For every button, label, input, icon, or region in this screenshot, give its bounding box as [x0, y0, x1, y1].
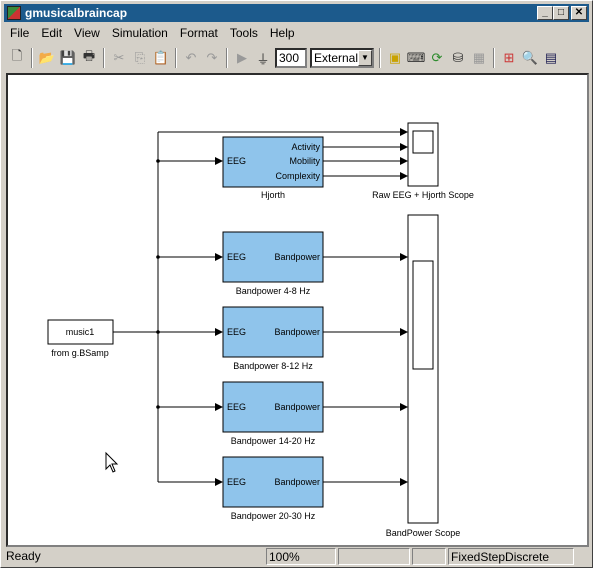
- branch-point: [156, 255, 160, 259]
- toolbar: 🗋 📂 💾 🖶 ✂ ⎘ 📋 ↶ ↷ ▶ ⏚ 300 External ▼ ▣ ⌨…: [4, 45, 589, 71]
- minimize-button[interactable]: _: [537, 6, 553, 20]
- menu-format[interactable]: Format: [174, 26, 224, 40]
- bandpower-block[interactable]: EEG Bandpower Bandpower 20-30 Hz: [222, 456, 324, 521]
- simulation-mode-select[interactable]: External ▼: [310, 48, 374, 68]
- menu-simulation[interactable]: Simulation: [106, 26, 174, 40]
- block-label: Hjorth: [261, 190, 285, 200]
- play-icon[interactable]: ▶: [233, 49, 251, 67]
- separator: [493, 48, 495, 68]
- status-pane: [338, 548, 410, 565]
- print-icon[interactable]: 🖶: [80, 48, 98, 67]
- port-label: Activity: [291, 142, 320, 152]
- block-label: Bandpower 8-12 Hz: [233, 361, 313, 371]
- library-icon[interactable]: ⛁: [449, 49, 467, 67]
- library-browser-icon[interactable]: ⊞: [500, 49, 518, 67]
- diagram-canvas[interactable]: music1 from g.BSamp EEG Activity Mobilit…: [6, 73, 589, 547]
- debugger-icon[interactable]: ▤: [542, 49, 560, 67]
- block-label: Raw EEG + Hjorth Scope: [372, 190, 474, 200]
- menu-view[interactable]: View: [68, 26, 106, 40]
- port-label: Bandpower: [274, 477, 320, 487]
- close-button[interactable]: ✕: [571, 6, 587, 20]
- paste-icon[interactable]: 📋: [152, 49, 170, 67]
- port-label: Complexity: [275, 171, 320, 181]
- separator: [379, 48, 381, 68]
- separator: [175, 48, 177, 68]
- grid-icon[interactable]: ▦: [470, 49, 488, 67]
- branch-point: [156, 159, 160, 163]
- simulation-mode-value: External: [314, 51, 359, 65]
- connect-icon[interactable]: ⏚: [254, 49, 272, 67]
- block-diagram: music1 from g.BSamp EEG Activity Mobilit…: [47, 122, 474, 538]
- port-label: Bandpower: [274, 252, 320, 262]
- solver-name: FixedStepDiscrete: [448, 548, 574, 565]
- port-label: Bandpower: [274, 327, 320, 337]
- separator: [226, 48, 228, 68]
- source-value: music1: [66, 327, 95, 337]
- block-label: Bandpower 4-8 Hz: [236, 286, 311, 296]
- port-label: EEG: [227, 402, 246, 412]
- separator: [31, 48, 33, 68]
- branch-point: [156, 405, 160, 409]
- maximize-button[interactable]: □: [553, 6, 569, 20]
- block-label: Bandpower 14-20 Hz: [231, 436, 316, 446]
- cut-icon[interactable]: ✂: [110, 49, 128, 67]
- port-label: Mobility: [289, 156, 320, 166]
- block-label: BandPower Scope: [386, 528, 461, 538]
- update-icon[interactable]: ⟳: [428, 49, 446, 67]
- zoom-level: 100%: [266, 548, 336, 565]
- copy-icon[interactable]: ⎘: [131, 49, 149, 67]
- resize-grip-icon[interactable]: [574, 548, 590, 566]
- redo-icon[interactable]: ↷: [203, 49, 221, 67]
- source-block[interactable]: music1 from g.BSamp: [47, 319, 114, 358]
- simulink-icon: [7, 6, 21, 20]
- bandpower-block[interactable]: EEG Bandpower Bandpower 4-8 Hz: [222, 231, 324, 296]
- menu-file[interactable]: File: [4, 26, 35, 40]
- keyboard-icon[interactable]: ⌨: [407, 49, 426, 67]
- port-label: EEG: [227, 327, 246, 337]
- port-label: EEG: [227, 156, 246, 166]
- undo-icon[interactable]: ↶: [182, 49, 200, 67]
- menu-tools[interactable]: Tools: [224, 26, 264, 40]
- model-explorer-icon[interactable]: 🔍: [521, 49, 539, 67]
- hjorth-block[interactable]: EEG Activity Mobility Complexity Hjorth: [222, 136, 324, 200]
- bandpower-block[interactable]: EEG Bandpower Bandpower 8-12 Hz: [222, 306, 324, 371]
- chevron-down-icon[interactable]: ▼: [358, 50, 372, 66]
- window: gmusicalbraincap _ □ ✕ File Edit View Si…: [0, 0, 593, 568]
- save-icon[interactable]: 💾: [59, 49, 77, 67]
- mouse-cursor-icon: [105, 451, 119, 473]
- title-bar: gmusicalbraincap _ □ ✕: [4, 4, 589, 22]
- bandpower-block[interactable]: EEG Bandpower Bandpower 14-20 Hz: [222, 381, 324, 446]
- separator: [103, 48, 105, 68]
- stop-time-input[interactable]: 300: [275, 48, 307, 68]
- source-label: from g.BSamp: [51, 348, 109, 358]
- window-title: gmusicalbraincap: [25, 6, 128, 20]
- new-icon[interactable]: 🗋: [8, 48, 26, 67]
- block-label: Bandpower 20-30 Hz: [231, 511, 316, 521]
- open-icon[interactable]: 📂: [38, 49, 56, 67]
- branch-point: [156, 330, 160, 334]
- status-text: Ready: [6, 549, 41, 563]
- port-label: Bandpower: [274, 402, 320, 412]
- status-pane: [412, 548, 446, 565]
- build-icon[interactable]: ▣: [386, 49, 404, 67]
- menu-bar: File Edit View Simulation Format Tools H…: [4, 23, 301, 42]
- menu-help[interactable]: Help: [264, 26, 301, 40]
- status-bar: Ready 100% FixedStepDiscrete: [4, 548, 591, 566]
- port-label: EEG: [227, 252, 246, 262]
- bandpower-scope-block[interactable]: BandPower Scope: [386, 214, 461, 538]
- port-label: EEG: [227, 477, 246, 487]
- menu-edit[interactable]: Edit: [35, 26, 68, 40]
